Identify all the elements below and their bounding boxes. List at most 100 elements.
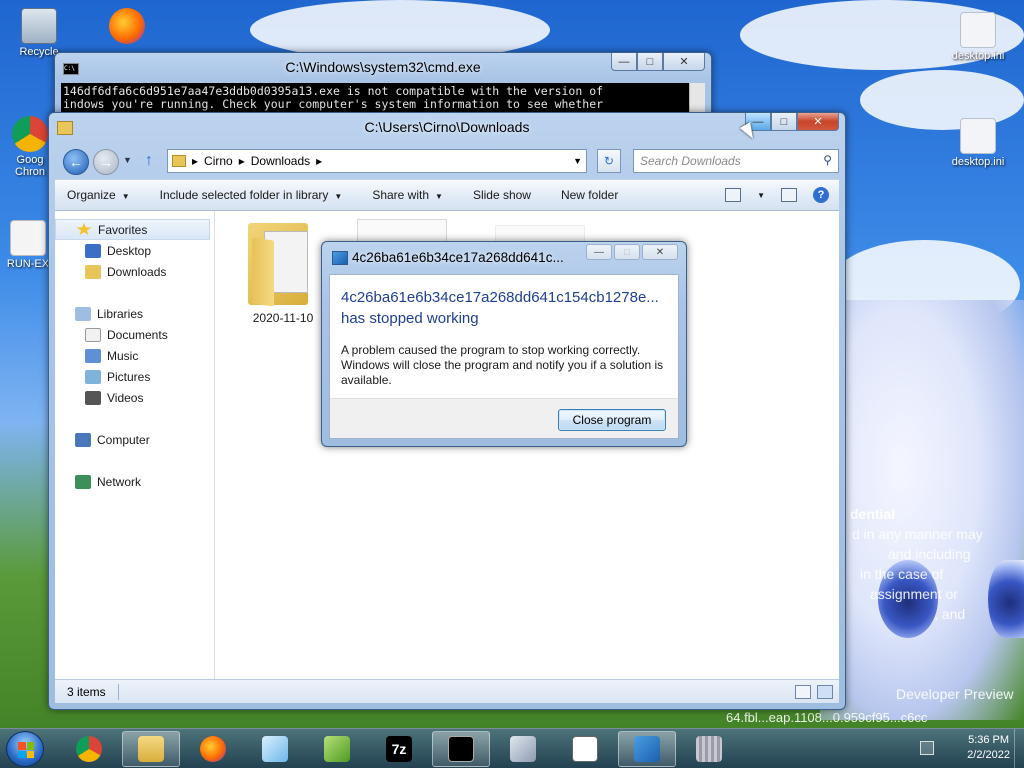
network-icon bbox=[75, 474, 91, 489]
show-desktop-button[interactable] bbox=[1014, 729, 1024, 768]
chrome-icon bbox=[12, 116, 48, 152]
recycle-bin-icon bbox=[21, 8, 57, 44]
nav-documents[interactable]: Documents bbox=[55, 324, 214, 345]
close-program-button[interactable]: Close program bbox=[558, 409, 666, 431]
forward-button[interactable]: → bbox=[93, 149, 119, 175]
dialog-heading: 4c26ba61e6b34ce17a268dd641c154cb1278e...… bbox=[341, 287, 659, 329]
network-icon[interactable] bbox=[920, 741, 934, 755]
nav-network[interactable]: Network bbox=[55, 471, 214, 492]
nav-desktop[interactable]: Desktop bbox=[55, 240, 214, 261]
include-in-library-menu[interactable]: Include selected folder in library ▼ bbox=[160, 188, 343, 202]
share-with-menu[interactable]: Share with ▼ bbox=[372, 188, 443, 202]
search-placeholder: Search Downloads bbox=[640, 154, 741, 168]
taskbar-notepadpp[interactable] bbox=[308, 731, 366, 767]
cmd-icon bbox=[448, 736, 474, 762]
breadcrumb-item[interactable]: Downloads bbox=[251, 154, 310, 168]
documents-icon bbox=[85, 327, 101, 342]
preview-pane-icon[interactable] bbox=[781, 188, 797, 202]
app-icon bbox=[634, 736, 660, 762]
firefox-icon bbox=[200, 736, 226, 762]
address-bar[interactable]: ▸ Cirno ▸ Downloads ▸ ▼ bbox=[167, 149, 587, 173]
slide-show-button[interactable]: Slide show bbox=[473, 188, 531, 202]
nav-videos[interactable]: Videos bbox=[55, 387, 214, 408]
console-line: indows you're running. Check your comput… bbox=[63, 97, 604, 111]
nav-pictures[interactable]: Pictures bbox=[55, 366, 214, 387]
nav-computer[interactable]: Computer bbox=[55, 429, 214, 450]
desktop-icon-firefox[interactable] bbox=[92, 8, 162, 46]
minimize-button[interactable]: — bbox=[611, 53, 637, 71]
taskbar-firefox[interactable] bbox=[184, 731, 242, 767]
file-item-folder[interactable]: 2020-11-10 bbox=[243, 219, 323, 325]
new-folder-button[interactable]: New folder bbox=[561, 188, 618, 202]
change-view-icon[interactable] bbox=[725, 188, 742, 202]
maximize-button[interactable]: □ bbox=[771, 113, 797, 131]
taskbar-app[interactable] bbox=[680, 731, 738, 767]
desktop-icon-desktop-ini[interactable]: desktop.ini bbox=[940, 12, 1016, 62]
folder-icon bbox=[248, 219, 318, 307]
refresh-button[interactable]: ↻ bbox=[597, 149, 621, 173]
document-window-icon bbox=[572, 736, 598, 762]
chrome-icon bbox=[76, 736, 102, 762]
up-arrow-icon[interactable]: ↑ bbox=[145, 152, 153, 170]
details-view-icon[interactable] bbox=[795, 684, 811, 699]
settings-file-icon bbox=[960, 118, 996, 154]
dialog-message: A problem caused the program to stop wor… bbox=[341, 343, 668, 388]
file-name: 2020-11-10 bbox=[252, 311, 314, 325]
taskbar-app[interactable] bbox=[494, 731, 552, 767]
taskbar-explorer[interactable] bbox=[122, 731, 180, 767]
desktop-icon bbox=[85, 243, 101, 258]
chevron-right-icon[interactable]: ▸ bbox=[316, 154, 322, 168]
nav-music[interactable]: Music bbox=[55, 345, 214, 366]
breadcrumb-item[interactable]: Cirno bbox=[204, 154, 233, 168]
clock[interactable]: 5:36 PM 2/2/2022 bbox=[967, 733, 1010, 763]
image-icon bbox=[696, 736, 722, 762]
dialog-footer: Close program bbox=[330, 398, 678, 438]
wallpaper-text: dential bbox=[850, 506, 896, 522]
recent-pages-dropdown[interactable]: ▼ bbox=[123, 155, 132, 165]
minimize-button[interactable]: — bbox=[586, 244, 612, 260]
wallpaper-text: assignment or bbox=[870, 586, 958, 602]
nav-favorites[interactable]: Favorites bbox=[55, 219, 210, 240]
settings-file-icon bbox=[960, 12, 996, 48]
search-input[interactable]: Search Downloads ⚲ bbox=[633, 149, 839, 173]
back-button[interactable]: ← bbox=[63, 149, 89, 175]
taskbar-app[interactable] bbox=[556, 731, 614, 767]
cmd-caption-buttons: — □ ✕ bbox=[611, 53, 705, 71]
close-button[interactable]: ✕ bbox=[797, 113, 839, 131]
chevron-right-icon[interactable]: ▸ bbox=[192, 154, 198, 168]
desktop-icon-desktop-ini[interactable]: desktop.ini bbox=[940, 118, 1016, 168]
item-count: 3 items bbox=[67, 684, 106, 699]
start-button[interactable] bbox=[6, 731, 44, 767]
app-icon bbox=[332, 251, 348, 265]
desktop-icon-label: desktop.ini bbox=[951, 156, 1005, 168]
error-dialog[interactable]: 4c26ba61e6b34ce17a268dd641c... — □ ✕ 4c2… bbox=[321, 241, 687, 447]
wallpaper-character-eye bbox=[988, 560, 1024, 638]
help-icon[interactable]: ? bbox=[813, 187, 829, 203]
large-icons-view-icon[interactable] bbox=[817, 684, 833, 699]
taskbar-crashed-app[interactable] bbox=[618, 731, 676, 767]
star-icon bbox=[76, 222, 92, 236]
taskbar-cmd[interactable] bbox=[432, 731, 490, 767]
nav-libraries[interactable]: Libraries bbox=[55, 303, 214, 324]
taskbar-7zip[interactable]: 7z bbox=[370, 731, 428, 767]
chevron-right-icon[interactable]: ▸ bbox=[239, 154, 245, 168]
search-icon[interactable]: ⚲ bbox=[823, 153, 832, 167]
libraries-icon bbox=[75, 306, 91, 321]
maximize-button[interactable]: □ bbox=[637, 53, 663, 71]
chevron-down-icon[interactable]: ▼ bbox=[757, 191, 765, 200]
nav-downloads[interactable]: Downloads bbox=[55, 261, 214, 282]
desktop-icon-label: desktop.ini bbox=[951, 50, 1005, 62]
taskbar-chrome[interactable] bbox=[60, 731, 118, 767]
navigation-pane[interactable]: Favorites Desktop Downloads Libraries Do… bbox=[55, 211, 215, 679]
desktop-icon-recycle-bin[interactable]: Recycle bbox=[4, 8, 74, 58]
clock-date: 2/2/2022 bbox=[967, 749, 1010, 761]
status-bar: 3 items bbox=[55, 679, 839, 703]
organize-menu[interactable]: Organize ▼ bbox=[67, 188, 130, 202]
taskbar-notepad[interactable] bbox=[246, 731, 304, 767]
close-button[interactable]: ✕ bbox=[642, 244, 678, 260]
chevron-down-icon[interactable]: ▼ bbox=[573, 156, 582, 166]
computer-icon bbox=[75, 432, 91, 447]
close-button[interactable]: ✕ bbox=[663, 53, 705, 71]
dialog-caption-buttons: — □ ✕ bbox=[584, 244, 678, 260]
dialog-body: 4c26ba61e6b34ce17a268dd641c154cb1278e...… bbox=[329, 274, 679, 439]
